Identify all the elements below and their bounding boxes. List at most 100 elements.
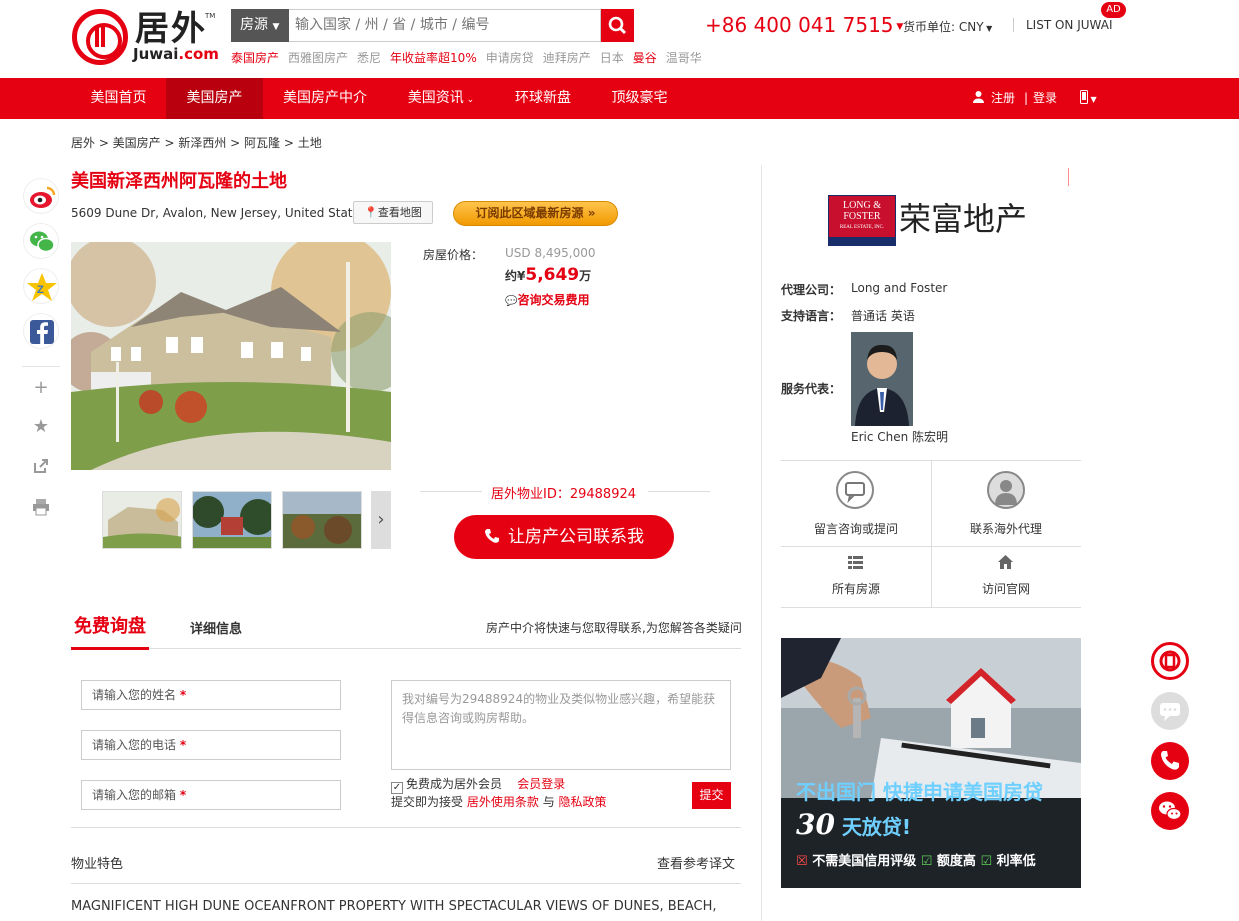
chevron-down-icon: ⌄ <box>463 95 475 105</box>
weibo-share-icon[interactable] <box>23 178 59 214</box>
login-link[interactable]: 登录 <box>1033 78 1057 119</box>
member-checkbox-label: 免费成为居外会员 <box>406 777 503 791</box>
divider <box>1013 18 1014 32</box>
share-external-icon[interactable] <box>32 458 50 476</box>
main-nav: 美国首页 美国房产 美国房产中介 美国资讯 ⌄ 环球新盘 顶级豪宅 注册 | 登… <box>0 78 1239 186</box>
juwai-logo-icon[interactable] <box>72 9 128 65</box>
agency-logo-line1: LONG & <box>842 200 882 211</box>
quick-link[interactable]: 悉尼 <box>357 51 381 65</box>
register-link[interactable]: 注册 <box>991 78 1015 119</box>
wechat-float-icon[interactable] <box>1151 792 1189 830</box>
phone-float-icon[interactable] <box>1151 742 1189 780</box>
ad-feature-credit: 不需美国信用评级 <box>812 854 917 869</box>
logo-domain[interactable]: Juwai.com <box>133 46 219 62</box>
column-divider <box>761 165 762 921</box>
nav-item-us-home[interactable]: 美国首页 <box>71 78 166 119</box>
search-type-select[interactable]: 房源 ▼ <box>231 9 289 42</box>
message-icon[interactable] <box>836 471 874 509</box>
nav-item-global-new[interactable]: 环球新盘 <box>495 78 591 119</box>
favorite-star-icon[interactable]: ★ <box>32 418 50 436</box>
agency-logo[interactable]: LONG & FOSTER REAL ESTATE, INC. <box>828 195 896 246</box>
action-contact-agent[interactable]: 联系海外代理 <box>931 520 1081 537</box>
contact-agency-button[interactable]: 让房产公司联系我 <box>454 515 674 559</box>
currency-select[interactable]: 货币单位: CNY ▼ <box>903 18 992 35</box>
action-all-listings[interactable]: 所有房源 <box>781 580 931 597</box>
caret-down-icon: ▼ <box>983 24 993 33</box>
nav-item-us-news[interactable]: 美国资讯 ⌄ <box>387 78 495 119</box>
list-on-juwai-link[interactable]: LIST ON JUWAI <box>1026 18 1113 32</box>
nav-item-luxury[interactable]: 顶级豪宅 <box>591 78 688 119</box>
agency-logo-line2: FOSTER <box>843 211 881 222</box>
search-button[interactable] <box>601 9 634 42</box>
quick-link[interactable]: 申请房贷 <box>486 51 534 65</box>
caret-down-icon: ▼ <box>893 22 904 32</box>
add-icon[interactable]: + <box>32 379 50 397</box>
facebook-share-icon[interactable] <box>23 313 59 349</box>
quick-link[interactable]: 日本 <box>600 51 624 65</box>
nav-divider: | <box>1024 91 1029 105</box>
mobile-menu[interactable]: ▼ <box>1080 78 1097 119</box>
section-divider <box>71 827 741 828</box>
home-icon[interactable] <box>998 555 1013 572</box>
privacy-link[interactable]: 隐私政策 <box>559 795 607 809</box>
search-input[interactable]: 输入国家 / 州 / 省 / 城市 / 编号 <box>289 9 601 42</box>
juwai-float-icon[interactable] <box>1151 642 1189 680</box>
mortgage-ad-banner[interactable]: 不出国门 快捷申请美国房贷 30 天放贷! ☒ 不需美国信用评级 ☑ 额度高 ☑… <box>781 638 1081 888</box>
divider <box>648 491 710 492</box>
chevron-right-icon[interactable]: › <box>371 491 391 549</box>
phone-field[interactable]: 请输入您的电话 * <box>81 730 341 760</box>
subscribe-area-button[interactable]: 订阅此区域最新房源 » <box>453 201 618 226</box>
qzone-share-icon[interactable]: Z <box>23 268 59 304</box>
tabs-divider <box>71 648 741 649</box>
quick-link[interactable]: 温哥华 <box>666 51 702 65</box>
action-message[interactable]: 留言咨询或提问 <box>781 520 931 537</box>
photo-thumbnail[interactable] <box>192 491 272 549</box>
wechat-share-icon[interactable] <box>23 223 59 259</box>
submit-button[interactable]: 提交 <box>692 782 731 809</box>
action-visit-website[interactable]: 访问官网 <box>931 580 1081 597</box>
features-text: MAGNIFICENT HIGH DUNE OCEANFRONT PROPERT… <box>71 899 717 914</box>
page-title: 美国新泽西州阿瓦隆的土地 <box>71 171 287 192</box>
company-value: Long and Foster <box>851 281 948 295</box>
breadcrumb[interactable]: 居外 > 美国房产 > 新泽西州 > 阿瓦隆 > 土地 <box>71 134 322 151</box>
price-cny-unit: 万 <box>579 269 592 283</box>
tab-details[interactable]: 详细信息 <box>190 618 242 637</box>
ad-features: ☒ 不需美国信用评级 ☑ 额度高 ☑ 利率低 <box>796 850 1036 869</box>
email-field[interactable]: 请输入您的邮箱 * <box>81 780 341 810</box>
logo-stripe <box>829 237 895 245</box>
photo-thumbnail[interactable] <box>282 491 362 549</box>
main-property-photo[interactable] <box>71 242 391 470</box>
chat-float-icon[interactable] <box>1151 692 1189 730</box>
quick-link[interactable]: 年收益率超10% <box>390 51 477 65</box>
quick-link[interactable]: 迪拜房产 <box>543 51 591 65</box>
member-login-link[interactable]: 会员登录 <box>517 777 565 791</box>
view-translation-link[interactable]: 查看参考译文 <box>657 853 735 872</box>
consult-fee-link[interactable]: 💬咨询交易费用 <box>505 291 589 308</box>
view-map-button[interactable]: 📍查看地图 <box>353 201 433 224</box>
person-icon[interactable] <box>987 471 1025 509</box>
agent-avatar[interactable] <box>851 332 913 426</box>
logo-trademark: TM <box>205 12 216 20</box>
print-icon[interactable] <box>32 498 50 516</box>
list-icon[interactable] <box>848 556 863 572</box>
ad-subline: 30 天放贷! <box>796 808 911 841</box>
check-icon: ☑ <box>920 854 933 869</box>
photo-thumbnail[interactable] <box>102 491 182 549</box>
property-address: 5609 Dune Dr, Avalon, New Jersey, United… <box>71 206 367 220</box>
terms-link[interactable]: 居外使用条款 <box>467 795 539 809</box>
quick-link[interactable]: 泰国房产 <box>231 51 279 65</box>
nav-item-us-property[interactable]: 美国房产 <box>166 78 263 119</box>
company-label: 代理公司： <box>781 283 842 297</box>
nav-item-us-agents[interactable]: 美国房产中介 <box>263 78 387 119</box>
price-usd: USD 8,495,000 <box>505 246 596 260</box>
hotline[interactable]: +86 400 041 7515 ▼ <box>705 13 903 39</box>
divider <box>420 491 482 492</box>
svg-text:Z: Z <box>37 284 44 296</box>
logo-text[interactable]: 居外 <box>135 10 207 48</box>
mobile-icon <box>1080 90 1088 104</box>
quick-link[interactable]: 曼谷 <box>633 51 657 65</box>
tab-free-inquiry[interactable]: 免费询盘 <box>71 613 149 650</box>
message-textarea[interactable]: 我对编号为29488924的物业及类似物业感兴趣，希望能获得信息咨询或购房帮助。 <box>391 680 731 770</box>
name-field[interactable]: 请输入您的姓名 * <box>81 680 341 710</box>
quick-link[interactable]: 西雅图房产 <box>288 51 348 65</box>
